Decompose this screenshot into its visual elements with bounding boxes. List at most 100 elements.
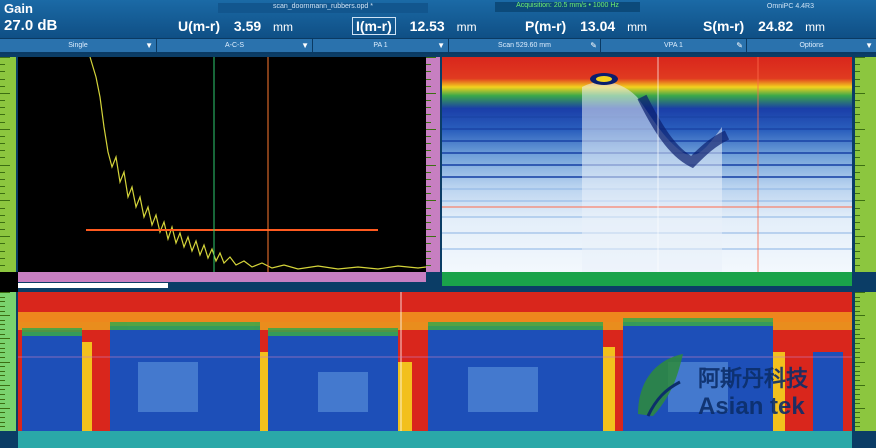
- gain-value: 27.0 dB: [4, 17, 58, 34]
- options-label: Options: [799, 42, 824, 49]
- view-type-select[interactable]: A-C-S ▼: [157, 39, 313, 52]
- ruler-tick: [855, 236, 865, 238]
- ruler-tick: [426, 150, 431, 152]
- ruler-tick: [0, 92, 10, 94]
- ascan-bottom-axis[interactable]: [18, 272, 426, 282]
- ruler-tick: [426, 214, 431, 216]
- ruler-tick: [0, 64, 5, 66]
- a-scan-trace: [89, 56, 427, 270]
- a-scan-view[interactable]: [18, 56, 427, 272]
- measure-i-value: 12.53: [409, 18, 445, 34]
- cscan-scan-axis[interactable]: [18, 431, 852, 448]
- group-label: PA 1: [373, 42, 388, 49]
- ruler-tick: [426, 143, 431, 144]
- ruler-tick: [0, 305, 5, 307]
- ruler-tick: [0, 421, 5, 423]
- ruler-tick: [855, 186, 860, 187]
- ascan-left-ruler[interactable]: [0, 57, 16, 272]
- measure-p[interactable]: P(m-r) 13.04 mm: [525, 18, 647, 34]
- ruler-tick: [855, 178, 860, 180]
- gain-label: Gain: [4, 1, 33, 16]
- vpa-field[interactable]: VPA 1 ✎: [601, 39, 747, 52]
- ruler-tick: [855, 78, 860, 80]
- ruler-tick: [426, 164, 436, 166]
- b-scan-view[interactable]: [442, 57, 852, 272]
- ruler-tick: [0, 338, 10, 340]
- chevron-down-icon: ▼: [301, 41, 309, 50]
- ruler-tick: [0, 114, 5, 116]
- ruler-tick: [426, 92, 436, 94]
- ruler-tick: [855, 150, 860, 152]
- scan-length-field[interactable]: Scan 529.60 mm ✎: [449, 39, 601, 52]
- ruler-tick: [426, 200, 436, 202]
- ruler-tick: [855, 171, 860, 173]
- ruler-tick: [855, 114, 860, 116]
- corner-block: [0, 272, 18, 292]
- ruler-tick: [0, 393, 5, 395]
- ascan-scroll-thumb[interactable]: [18, 283, 168, 288]
- ruler-tick: [0, 398, 5, 400]
- measure-s[interactable]: S(m-r) 24.82 mm: [703, 18, 825, 34]
- ruler-tick: [0, 78, 5, 80]
- ruler-tick: [0, 352, 5, 354]
- gain-readout[interactable]: Gain 27.0 dB: [4, 1, 57, 35]
- ruler-tick: [426, 157, 431, 159]
- ruler-tick: [0, 157, 5, 159]
- ruler-tick: [0, 389, 5, 391]
- ruler-tick: [426, 178, 431, 180]
- view-type-label: A-C-S: [224, 42, 245, 49]
- ruler-tick: [426, 121, 431, 123]
- ruler-tick: [0, 380, 5, 382]
- ruler-tick: [0, 407, 10, 409]
- ruler-tick: [855, 135, 860, 137]
- ruler-tick: [855, 296, 860, 298]
- measure-i-label: I(m-r): [352, 17, 396, 35]
- ruler-tick: [0, 221, 5, 223]
- group-select[interactable]: PA 1 ▼: [313, 39, 449, 52]
- ascan-amplitude-ruler[interactable]: [426, 57, 440, 272]
- ruler-tick: [855, 100, 860, 101]
- bscan-bottom-axis[interactable]: [442, 272, 852, 286]
- ruler-tick: [0, 301, 5, 303]
- ruler-tick: [426, 71, 431, 73]
- options-menu[interactable]: Options ▼: [747, 39, 876, 52]
- ruler-tick: [0, 257, 5, 259]
- cscan-left-ruler[interactable]: [0, 292, 16, 431]
- ruler-tick: [855, 221, 860, 223]
- ruler-tick: [855, 71, 860, 73]
- ruler-tick: [855, 292, 865, 293]
- ruler-tick: [0, 347, 5, 349]
- ruler-tick: [0, 384, 10, 386]
- measure-u[interactable]: U(m-r) 3.59 mm: [178, 18, 293, 34]
- measure-p-unit: mm: [627, 20, 648, 34]
- layout-mode-select[interactable]: Single ▼: [0, 39, 157, 52]
- ruler-tick: [855, 329, 860, 331]
- measure-u-unit: mm: [273, 20, 294, 34]
- layout-mode-label: Single: [68, 42, 88, 49]
- ruler-tick: [426, 114, 431, 116]
- ruler-tick: [426, 229, 431, 230]
- leaf-logo-icon: 阿斯丹科技 Asian tek: [638, 354, 809, 420]
- ruler-tick: [0, 236, 10, 238]
- ruler-tick: [426, 64, 431, 66]
- ruler-tick: [0, 186, 5, 187]
- ruler-tick: [855, 324, 860, 326]
- ruler-tick: [0, 296, 5, 298]
- ruler-tick: [426, 78, 431, 80]
- ruler-tick: [855, 257, 860, 259]
- ruler-tick: [855, 319, 860, 321]
- ruler-tick: [0, 193, 5, 195]
- ruler-tick: [0, 403, 5, 405]
- ruler-tick: [855, 426, 860, 428]
- bscan-right-ruler[interactable]: [855, 57, 876, 272]
- ruler-tick: [0, 250, 5, 252]
- cscan-right-ruler[interactable]: [855, 292, 876, 431]
- pencil-icon: ✎: [736, 41, 743, 50]
- ruler-tick: [426, 236, 436, 238]
- ruler-tick: [426, 257, 431, 259]
- ruler-tick: [855, 264, 860, 266]
- ruler-tick: [426, 171, 431, 173]
- ruler-tick: [855, 250, 860, 252]
- measure-i[interactable]: I(m-r) 12.53 mm: [352, 17, 477, 35]
- ruler-tick: [855, 315, 865, 317]
